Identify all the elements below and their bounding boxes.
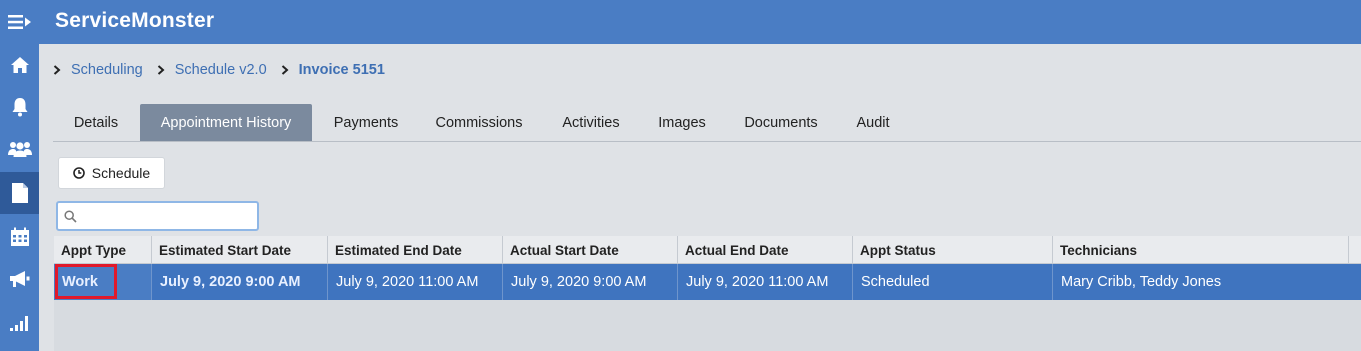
sidebar bbox=[0, 44, 39, 351]
sidebar-item-invoices[interactable] bbox=[0, 172, 39, 214]
column-header-estimated-end-date[interactable]: Estimated End Date bbox=[328, 236, 503, 264]
tab-audit[interactable]: Audit bbox=[841, 104, 905, 141]
chevron-right-icon bbox=[53, 65, 61, 75]
megaphone-icon bbox=[9, 271, 29, 287]
cell-technicians[interactable]: Mary Cribb, Teddy Jones bbox=[1053, 264, 1361, 300]
tab-commissions[interactable]: Commissions bbox=[419, 104, 539, 141]
grid-header: Appt Type Estimated Start Date Estimated… bbox=[54, 236, 1361, 264]
cell-actual-end-date[interactable]: July 9, 2020 11:00 AM bbox=[678, 264, 853, 300]
schedule-button-label: Schedule bbox=[91, 165, 151, 181]
app-title: ServiceMonster bbox=[55, 9, 215, 32]
column-header-appt-status[interactable]: Appt Status bbox=[853, 236, 1053, 264]
chevron-right-icon bbox=[157, 65, 165, 75]
bell-icon bbox=[12, 98, 27, 117]
cell-appt-type[interactable]: Work bbox=[54, 264, 152, 300]
home-icon bbox=[10, 57, 29, 73]
column-header-technicians[interactable]: Technicians bbox=[1053, 236, 1349, 264]
tab-images[interactable]: Images bbox=[643, 104, 721, 141]
cell-actual-start-date[interactable]: July 9, 2020 9:00 AM bbox=[503, 264, 678, 300]
calendar-icon bbox=[10, 227, 29, 246]
document-icon bbox=[11, 183, 28, 203]
tab-activities[interactable]: Activities bbox=[547, 104, 635, 141]
tab-appointment-history[interactable]: Appointment History bbox=[140, 104, 312, 141]
column-header-actual-end-date[interactable]: Actual End Date bbox=[678, 236, 853, 264]
tab-documents[interactable]: Documents bbox=[729, 104, 833, 141]
sidebar-item-calendar[interactable] bbox=[0, 216, 39, 258]
breadcrumb: Scheduling Schedule v2.0 Invoice 5151 bbox=[53, 62, 385, 78]
search-box[interactable] bbox=[56, 201, 262, 231]
column-header-appt-type[interactable]: Appt Type bbox=[54, 236, 152, 264]
sidebar-item-customers[interactable] bbox=[0, 128, 39, 170]
table-row[interactable]: Work July 9, 2020 9:00 AM July 9, 2020 1… bbox=[54, 264, 1361, 300]
sidebar-item-notifications[interactable] bbox=[0, 86, 39, 128]
top-bar: ServiceMonster bbox=[0, 0, 1361, 44]
appointment-history-grid: Appt Type Estimated Start Date Estimated… bbox=[54, 236, 1361, 351]
search-icon bbox=[64, 209, 77, 223]
tab-payments[interactable]: Payments bbox=[319, 104, 413, 141]
breadcrumb-scheduling[interactable]: Scheduling bbox=[71, 62, 143, 78]
schedule-button[interactable]: Schedule bbox=[58, 157, 165, 189]
clock-icon bbox=[72, 167, 85, 179]
sidebar-item-home[interactable] bbox=[0, 44, 39, 86]
grid-empty-area bbox=[54, 300, 1361, 351]
tab-details[interactable]: Details bbox=[53, 104, 139, 141]
tab-bar: Details Appointment History Payments Com… bbox=[53, 104, 1361, 142]
breadcrumb-schedule-v2[interactable]: Schedule v2.0 bbox=[175, 62, 267, 78]
sidebar-item-marketing[interactable] bbox=[0, 258, 39, 300]
sidebar-item-reports[interactable] bbox=[0, 302, 39, 344]
cell-appt-status[interactable]: Scheduled bbox=[853, 264, 1053, 300]
menu-toggle-icon[interactable] bbox=[0, 0, 40, 44]
chevron-right-icon bbox=[281, 65, 289, 75]
search-input[interactable] bbox=[81, 204, 262, 228]
cell-estimated-start-date[interactable]: July 9, 2020 9:00 AM bbox=[152, 264, 328, 300]
column-header-estimated-start-date[interactable]: Estimated Start Date bbox=[152, 236, 328, 264]
column-header-actual-start-date[interactable]: Actual Start Date bbox=[503, 236, 678, 264]
signal-bars-icon bbox=[9, 316, 28, 331]
breadcrumb-current: Invoice 5151 bbox=[298, 62, 385, 78]
main-content: Scheduling Schedule v2.0 Invoice 5151 De… bbox=[39, 44, 1361, 351]
cell-estimated-end-date[interactable]: July 9, 2020 11:00 AM bbox=[328, 264, 503, 300]
users-icon bbox=[7, 142, 32, 157]
